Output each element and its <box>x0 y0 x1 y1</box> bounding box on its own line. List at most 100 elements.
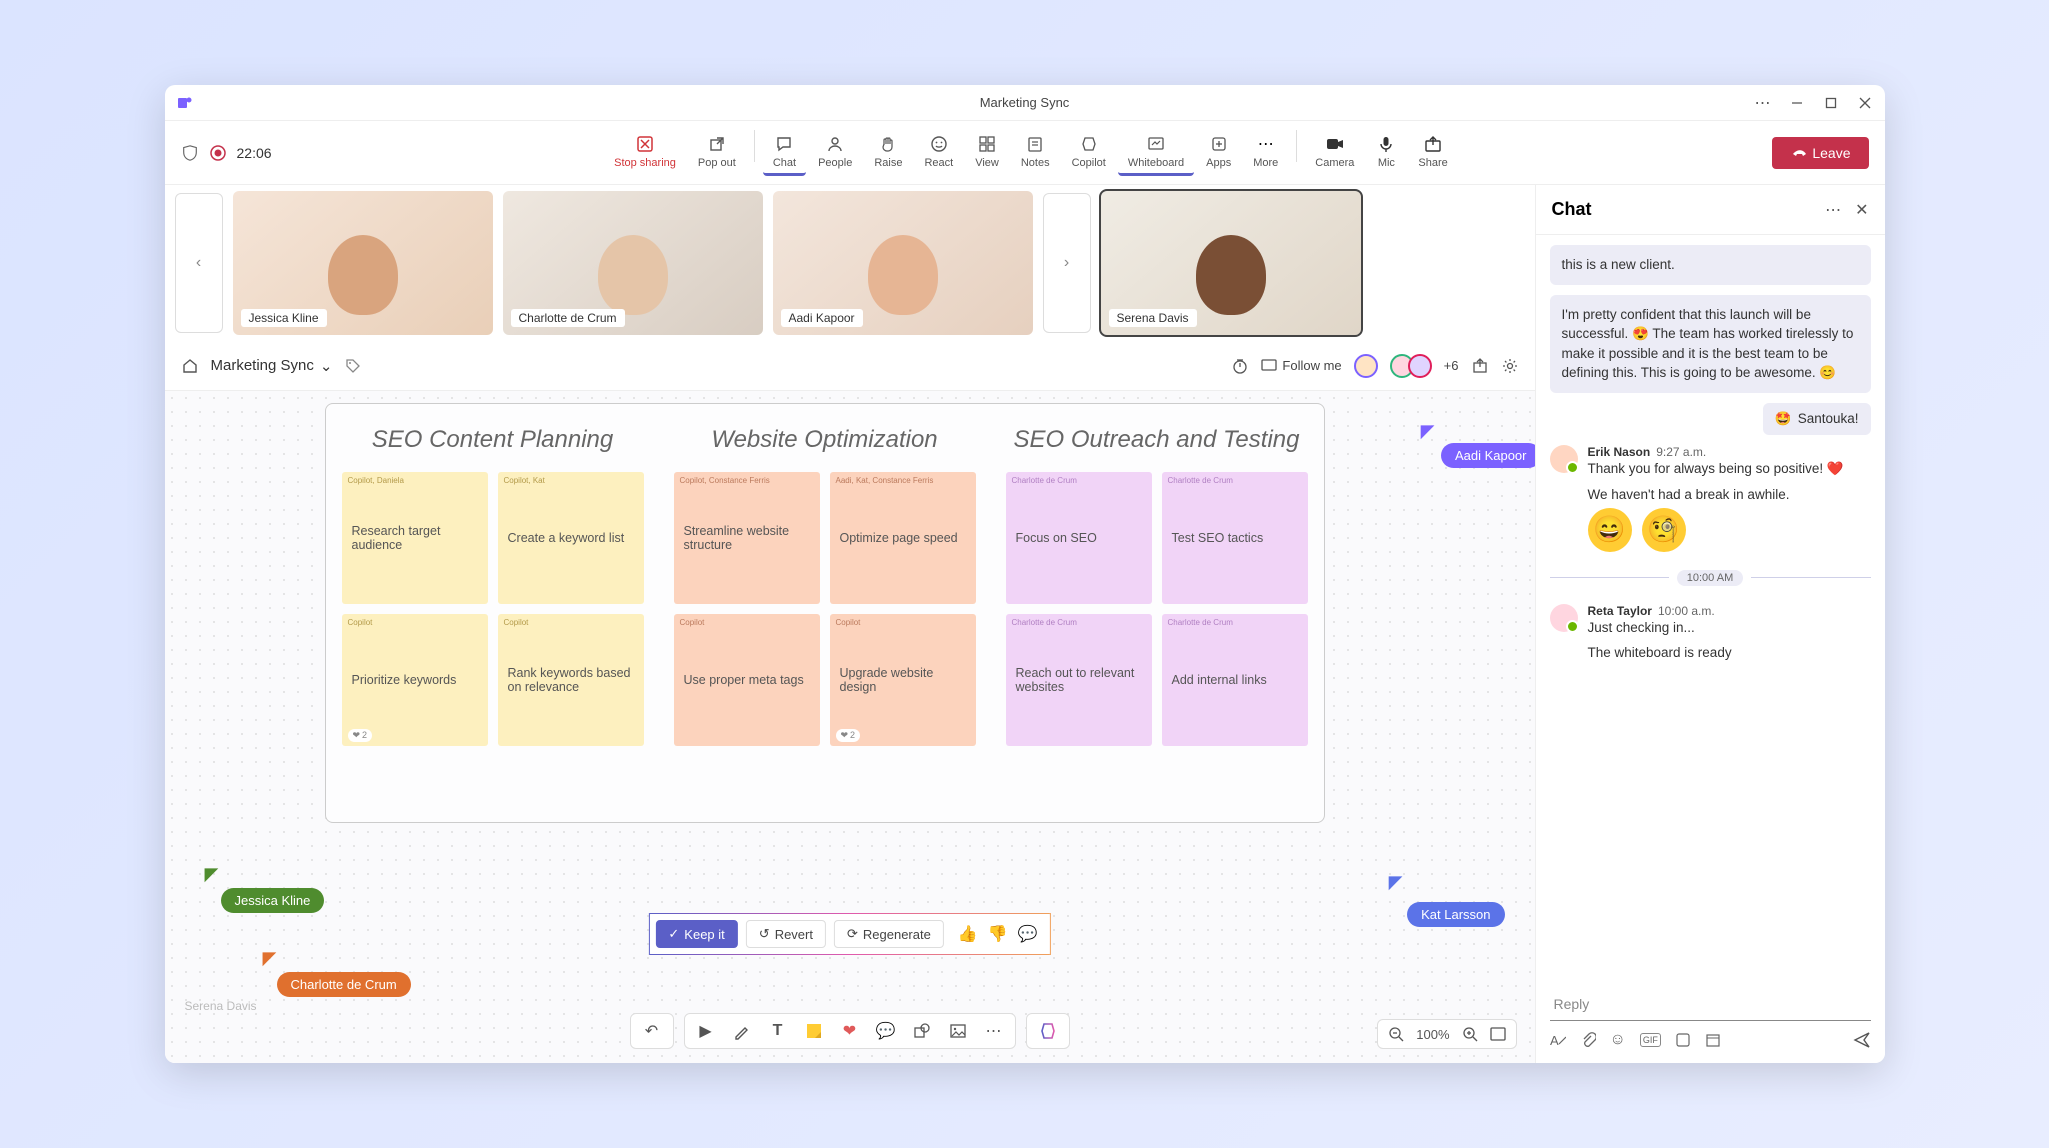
close-button[interactable] <box>1857 95 1873 111</box>
chat-thread[interactable]: Reta Taylor10:00 a.m. Just checking in..… <box>1550 604 1871 660</box>
more-button[interactable]: ⋯ More <box>1243 130 1288 176</box>
settings-icon[interactable] <box>1501 357 1519 375</box>
sticker-icon[interactable] <box>1675 1032 1691 1048</box>
strip-next-button[interactable]: › <box>1043 193 1091 333</box>
text-tool-icon[interactable]: T <box>767 1020 789 1042</box>
mic-button[interactable]: Mic <box>1366 130 1406 176</box>
gif-icon[interactable]: GIF <box>1640 1033 1661 1047</box>
participant-tile[interactable]: Charlotte de Crum <box>503 191 763 335</box>
share-link-icon[interactable] <box>1471 357 1489 375</box>
regenerate-button[interactable]: ⟳ Regenerate <box>834 920 944 948</box>
pop-out-button[interactable]: Pop out <box>688 130 746 176</box>
camera-icon <box>1325 134 1345 154</box>
people-button[interactable]: People <box>808 130 862 176</box>
sticky-note[interactable]: Aadi, Kat, Constance FerrisOptimize page… <box>830 472 976 604</box>
view-button[interactable]: View <box>965 130 1009 176</box>
chat-close-icon[interactable]: ✕ <box>1855 200 1868 220</box>
minimize-button[interactable] <box>1789 95 1805 111</box>
divider <box>1296 130 1297 162</box>
sticky-note[interactable]: CopilotUpgrade website design❤ 2 <box>830 614 976 746</box>
sticky-tool-icon[interactable] <box>803 1020 825 1042</box>
sticky-note[interactable]: CopilotUse proper meta tags <box>674 614 820 746</box>
keep-it-button[interactable]: ✓ Keep it <box>655 920 737 948</box>
feedback-icon[interactable]: 💬 <box>1018 924 1038 944</box>
chat-more-icon[interactable]: ⋯ <box>1825 200 1841 220</box>
fit-screen-icon[interactable] <box>1490 1027 1506 1041</box>
sticky-note[interactable]: Copilot, KatCreate a keyword list <box>498 472 644 604</box>
cursor-icon: ◤ <box>1421 421 1435 442</box>
more-tools-icon[interactable]: ⋯ <box>983 1020 1005 1042</box>
sticky-note[interactable]: Charlotte de CrumReach out to relevant w… <box>1006 614 1152 746</box>
emoji-reaction[interactable]: 😄 <box>1588 508 1632 552</box>
schedule-icon[interactable] <box>1705 1032 1721 1048</box>
sticky-note[interactable]: Charlotte de CrumAdd internal links <box>1162 614 1308 746</box>
undo-icon[interactable]: ↶ <box>641 1020 663 1042</box>
pen-tool-icon[interactable] <box>731 1020 753 1042</box>
cursor-icon: ◤ <box>263 948 277 969</box>
pop-out-icon <box>707 134 727 154</box>
record-icon[interactable] <box>209 144 227 162</box>
chat-message[interactable]: this is a new client. <box>1550 245 1871 285</box>
react-button[interactable]: React <box>914 130 963 176</box>
thumbs-down-icon[interactable]: 👎 <box>988 924 1008 944</box>
revert-button[interactable]: ↺ Revert <box>746 920 826 948</box>
stop-sharing-button[interactable]: Stop sharing <box>604 130 686 176</box>
leave-button[interactable]: Leave <box>1772 137 1868 169</box>
attach-icon[interactable] <box>1580 1032 1596 1048</box>
sticky-note[interactable]: Charlotte de CrumFocus on SEO <box>1006 472 1152 604</box>
apps-button[interactable]: Apps <box>1196 130 1241 176</box>
sticky-note[interactable]: Copilot, DanielaResearch target audience <box>342 472 488 604</box>
strip-prev-button[interactable]: ‹ <box>175 193 223 333</box>
sticky-note[interactable]: CopilotPrioritize keywords❤ 2 <box>342 614 488 746</box>
comment-tool-icon[interactable]: 💬 <box>875 1020 897 1042</box>
ellipsis-icon[interactable]: ⋯ <box>1755 95 1771 111</box>
thumbs-up-icon[interactable]: 👍 <box>958 924 978 944</box>
chat-message[interactable]: I'm pretty confident that this launch wi… <box>1550 295 1871 393</box>
copilot-button[interactable]: Copilot <box>1062 130 1116 176</box>
chat-title: Chat <box>1552 199 1592 220</box>
participant-tile[interactable]: Jessica Kline <box>233 191 493 335</box>
cursor-tool-icon[interactable]: ▶ <box>695 1020 717 1042</box>
notes-button[interactable]: Notes <box>1011 130 1060 176</box>
meeting-toolbar: 22:06 Stop sharing Pop out Chat People <box>165 121 1885 185</box>
tag-icon[interactable] <box>344 357 362 375</box>
home-icon[interactable] <box>181 357 199 375</box>
send-icon[interactable] <box>1853 1031 1871 1049</box>
maximize-button[interactable] <box>1823 95 1839 111</box>
participant-name: Aadi Kapoor <box>781 309 863 327</box>
participant-tile-active[interactable]: Serena Davis <box>1101 191 1361 335</box>
reply-input[interactable]: Reply <box>1550 988 1871 1021</box>
emoji-picker-icon[interactable]: ☺ <box>1610 1031 1626 1049</box>
timer-icon[interactable] <box>1231 357 1249 375</box>
whiteboard-canvas[interactable]: SEO Content Planning Copilot, DanielaRes… <box>165 391 1535 1063</box>
more-participants-count[interactable]: +6 <box>1444 358 1459 373</box>
presence-avatar[interactable] <box>1354 354 1378 378</box>
sticky-note[interactable]: Charlotte de CrumTest SEO tactics <box>1162 472 1308 604</box>
chat-thread[interactable]: Erik Nason9:27 a.m. Thank you for always… <box>1550 445 1871 552</box>
chat-reply[interactable]: 🤩 Santouka! <box>1763 403 1871 435</box>
follow-me-button[interactable]: Follow me <box>1261 358 1341 373</box>
sticky-note[interactable]: CopilotRank keywords based on relevance <box>498 614 644 746</box>
participant-name: Serena Davis <box>1109 309 1197 327</box>
participant-tile[interactable]: Aadi Kapoor <box>773 191 1033 335</box>
copilot-tool[interactable] <box>1026 1013 1070 1049</box>
shape-tool-icon[interactable] <box>911 1020 933 1042</box>
chat-toggle-button[interactable]: Chat <box>763 130 806 176</box>
remote-cursor-label: Aadi Kapoor <box>1441 443 1535 468</box>
image-tool-icon[interactable] <box>947 1020 969 1042</box>
raise-hand-button[interactable]: Raise <box>864 130 912 176</box>
emoji-reaction[interactable]: 🧐 <box>1642 508 1686 552</box>
whiteboard-button[interactable]: Whiteboard <box>1118 130 1194 176</box>
share-button[interactable]: Share <box>1408 130 1457 176</box>
sticky-note[interactable]: Copilot, Constance FerrisStreamline webs… <box>674 472 820 604</box>
heart-badge: ❤ 2 <box>836 729 861 742</box>
zoom-out-icon[interactable] <box>1388 1026 1404 1042</box>
whiteboard-title[interactable]: Marketing Sync ⌄ <box>211 357 333 375</box>
shield-icon[interactable] <box>181 144 199 162</box>
presence-avatar[interactable] <box>1408 354 1432 378</box>
zoom-in-icon[interactable] <box>1462 1026 1478 1042</box>
meeting-window: Marketing Sync ⋯ 22:06 Stop sharing Pop … <box>165 85 1885 1063</box>
reaction-tool-icon[interactable]: ❤ <box>839 1020 861 1042</box>
format-icon[interactable]: A <box>1550 1032 1566 1048</box>
camera-button[interactable]: Camera <box>1305 130 1364 176</box>
